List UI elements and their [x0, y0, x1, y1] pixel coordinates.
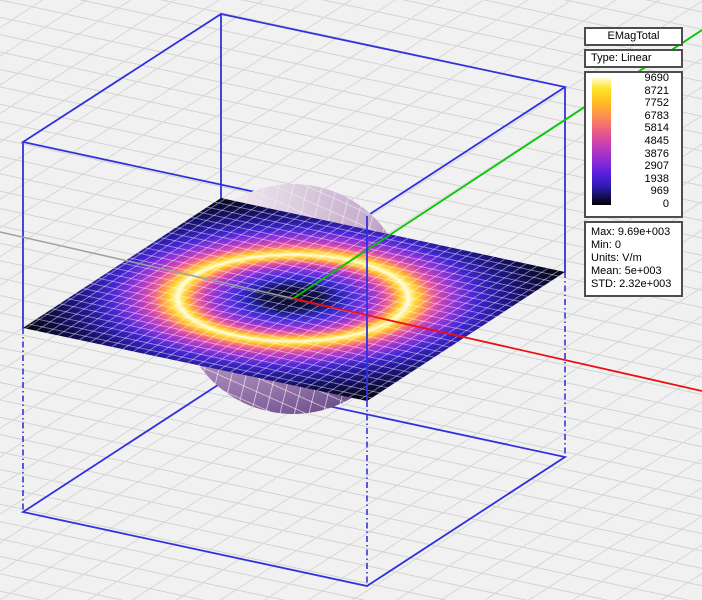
x-axis-line: [293, 299, 702, 392]
colorbar: [592, 78, 611, 205]
stat-units: Units: V/m: [591, 252, 677, 265]
colorbar-label: 0: [611, 199, 669, 210]
colorbar-label: 5814: [611, 123, 669, 134]
colorbar-label: 9690: [611, 73, 669, 84]
legend-color-scale: 9690 8721 7752 6783 5814 4845 3876 2907 …: [584, 71, 683, 218]
colorbar-labels: 9690 8721 7752 6783 5814 4845 3876 2907 …: [611, 73, 678, 210]
stat-max: Max: 9.69e+003: [591, 226, 677, 239]
colorbar-label: 1938: [611, 174, 669, 185]
legend-title: EMagTotal: [584, 27, 683, 46]
stat-mean: Mean: 5e+003: [591, 265, 677, 278]
plot-legend[interactable]: EMagTotal Type: Linear 9690 8721 7752 67…: [584, 27, 683, 300]
stat-std: STD: 2.32e+003: [591, 278, 677, 291]
colorbar-label: 4845: [611, 136, 669, 147]
colorbar-label: 2907: [611, 161, 669, 172]
modeler-3d-viewport[interactable]: EMagTotal Type: Linear 9690 8721 7752 67…: [0, 0, 702, 600]
colorbar-label: 7752: [611, 98, 669, 109]
colorbar-label: 6783: [611, 111, 669, 122]
colorbar-label: 3876: [611, 149, 669, 160]
stat-min: Min: 0: [591, 239, 677, 252]
colorbar-label: 969: [611, 186, 669, 197]
legend-statistics: Max: 9.69e+003 Min: 0 Units: V/m Mean: 5…: [584, 221, 683, 297]
x-axis-negative-line: [0, 232, 293, 299]
colorbar-label: 8721: [611, 86, 669, 97]
legend-scale-type: Type: Linear: [584, 49, 683, 68]
